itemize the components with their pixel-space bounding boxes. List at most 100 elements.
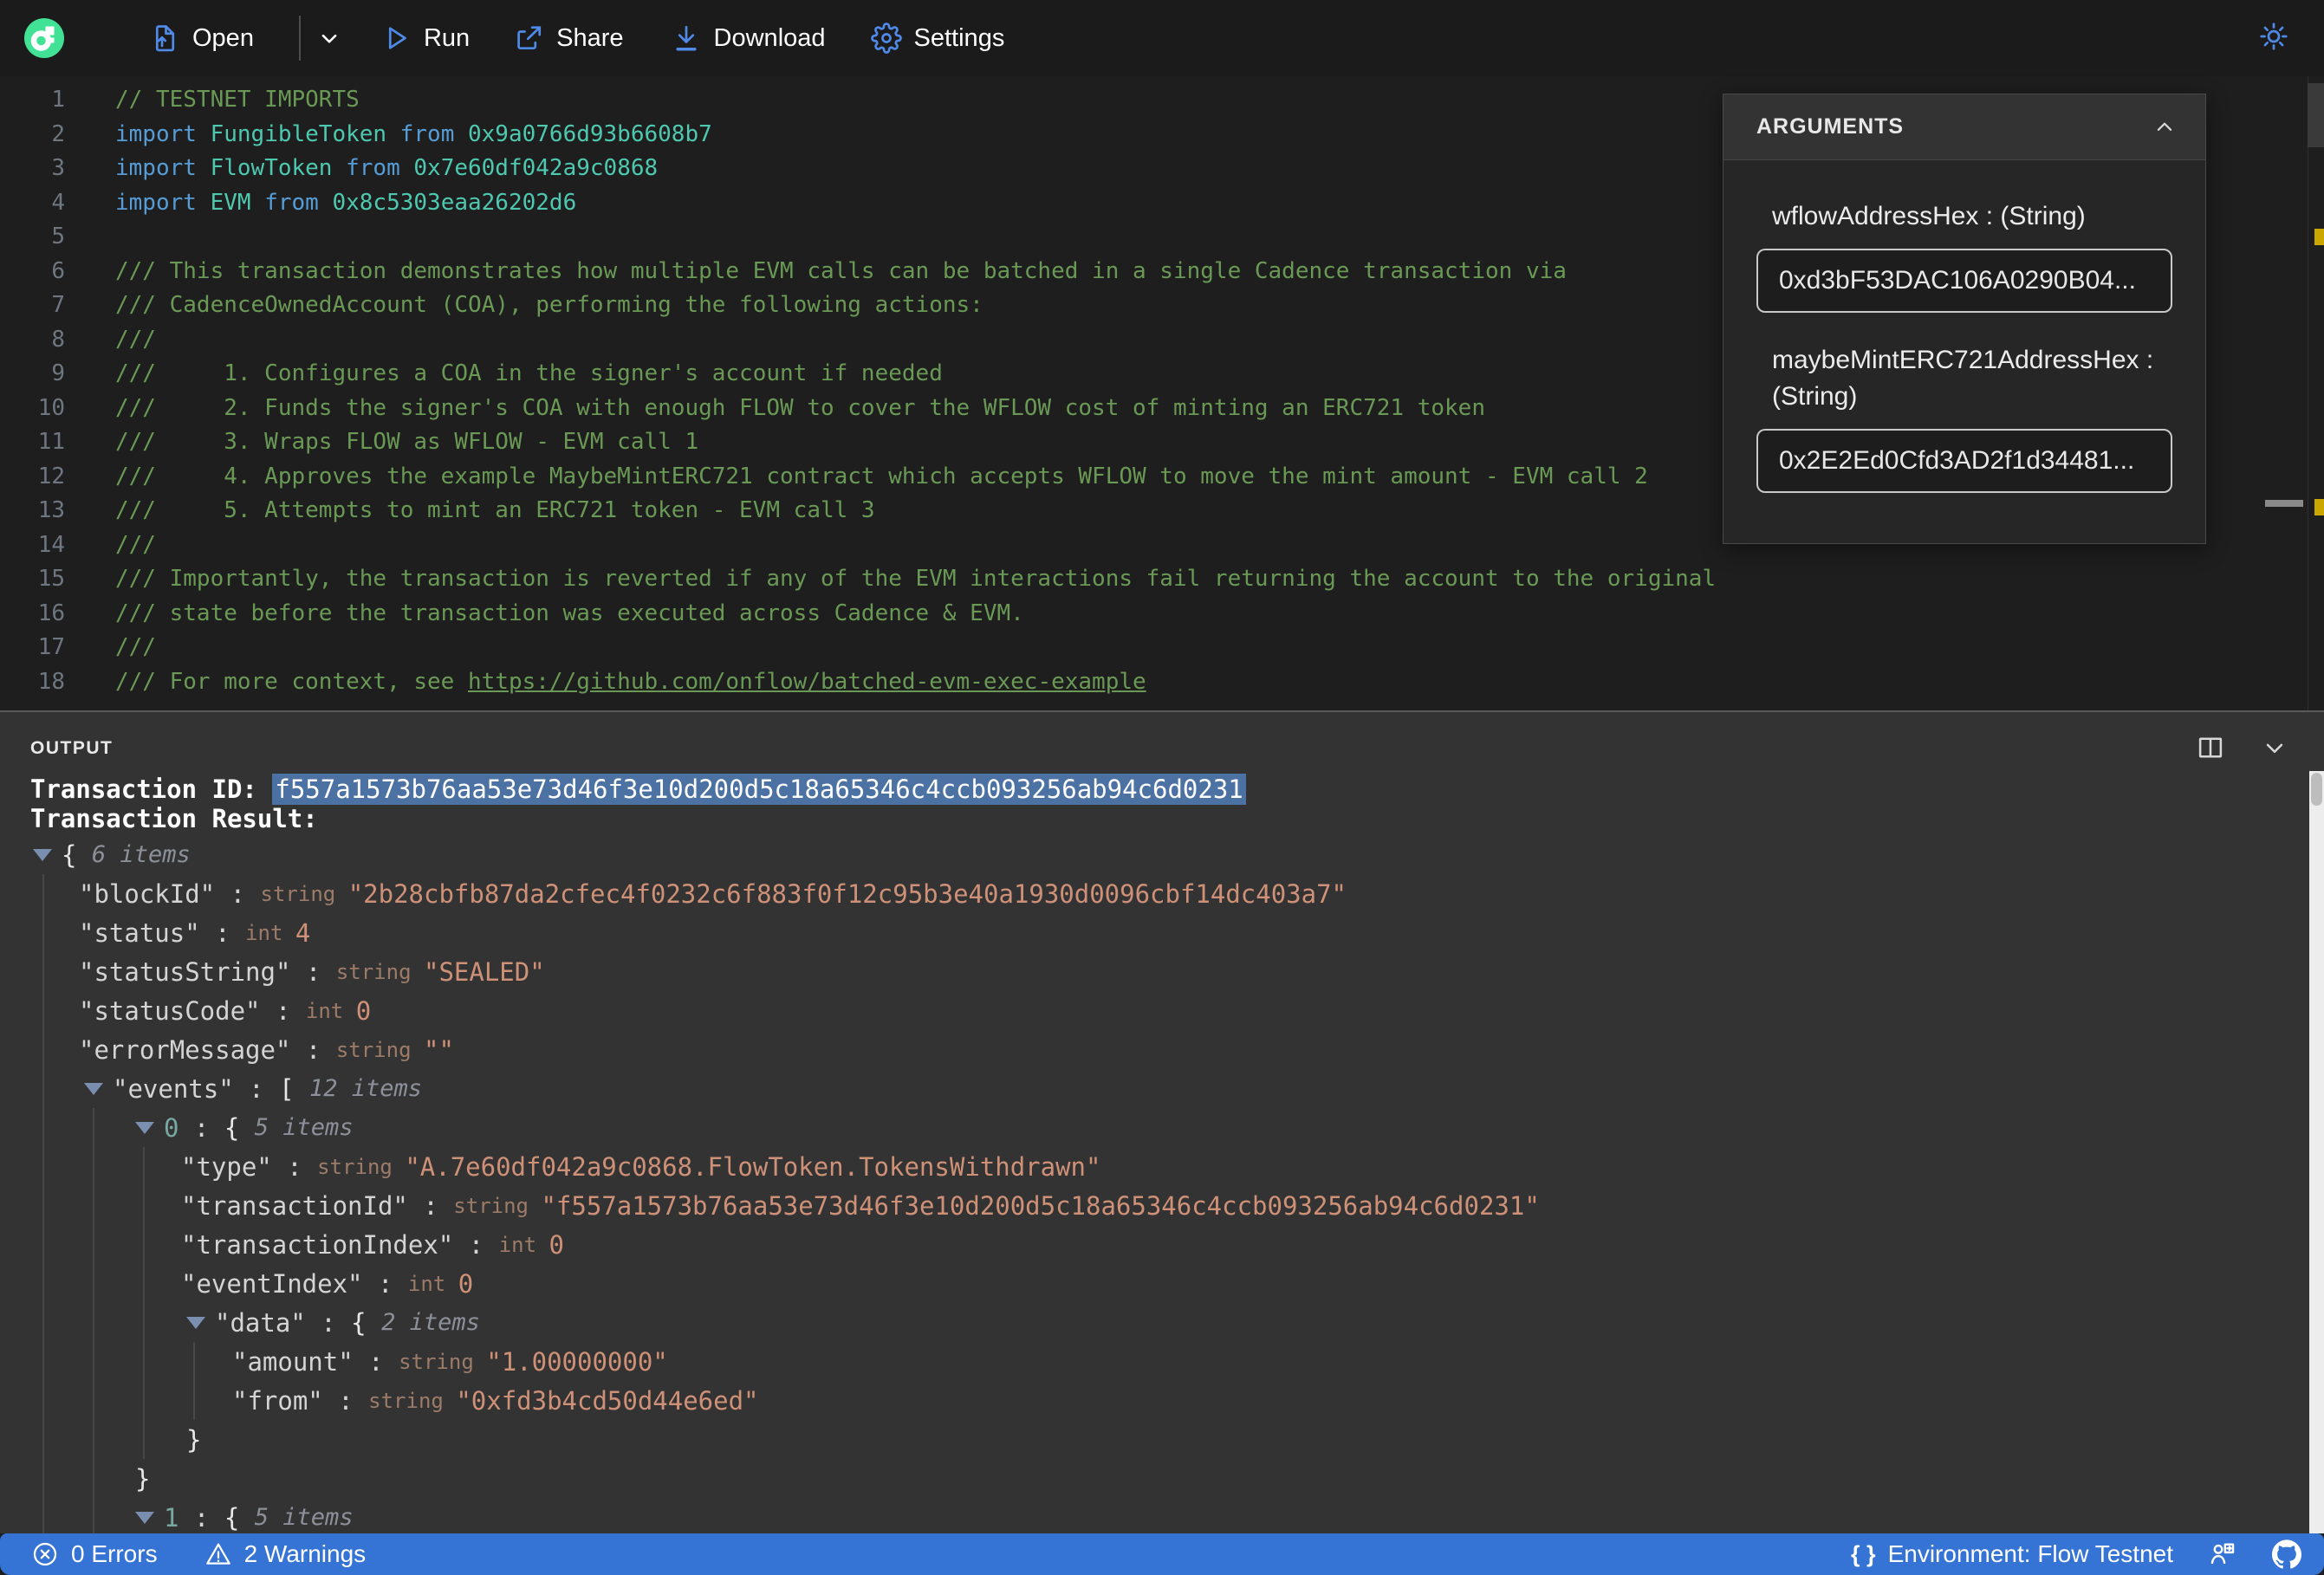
arguments-header[interactable]: ARGUMENTS xyxy=(1724,94,2205,160)
line-number: 17 xyxy=(37,634,65,660)
code-line[interactable]: 18 /// For more context, see https://gith… xyxy=(0,665,2324,700)
collapse-arrow-icon[interactable] xyxy=(33,848,52,861)
indent-guide xyxy=(93,1108,94,1147)
flow-logo-icon[interactable] xyxy=(24,18,64,58)
tree-row: "transactionIndex" : int 0 xyxy=(0,1225,2288,1264)
indent-guide xyxy=(143,1264,145,1303)
indent-guide xyxy=(93,1147,94,1186)
code-text: /// Importantly, the transaction is reve… xyxy=(115,566,1717,592)
indent-guide xyxy=(93,1264,94,1303)
code-text: /// 1. Configures a COA in the signer's … xyxy=(115,360,943,386)
output-scrollbar[interactable] xyxy=(2309,771,2324,1533)
line-number: 6 xyxy=(51,257,65,284)
braces-icon: { } xyxy=(1851,1540,1876,1567)
line-number: 3 xyxy=(51,155,65,181)
indent-guide xyxy=(42,1342,44,1381)
line-number: 14 xyxy=(37,531,65,558)
top-toolbar: Open Run Share Download Settings xyxy=(0,0,2324,76)
line-number: 13 xyxy=(37,497,65,523)
run-play-icon xyxy=(388,27,406,49)
transaction-id-value[interactable]: f557a1573b76aa53e73d46f3e10d200d5c18a653… xyxy=(272,774,1246,805)
open-file-icon xyxy=(155,25,175,52)
code-text: import EVM from 0x8c5303eaa26202d6 xyxy=(115,189,577,216)
indent-guide xyxy=(42,1069,44,1108)
code-line[interactable]: 15 /// Importantly, the transaction is re… xyxy=(0,562,2324,597)
tree-row: "data" : { 2 items xyxy=(0,1303,2288,1342)
tree-row: 0 : { 5 items xyxy=(0,1108,2288,1147)
indent-guide xyxy=(143,1147,145,1186)
output-panel: OUTPUT Transaction ID: f557a1573b76aa53e… xyxy=(0,710,2324,1533)
run-label: Run xyxy=(423,23,471,52)
code-text: // TESTNET IMPORTS xyxy=(115,87,360,113)
indent-guide xyxy=(42,991,44,1030)
indent-guide xyxy=(42,1186,44,1225)
theme-toggle-button[interactable] xyxy=(2258,21,2289,56)
line-number: 9 xyxy=(51,360,65,386)
warnings-count: 2 Warnings xyxy=(243,1540,367,1567)
indent-guide xyxy=(42,1108,44,1147)
output-scrollbar-thumb[interactable] xyxy=(2311,773,2322,806)
argument-label: maybeMintERC721AddressHex : (String) xyxy=(1772,346,2154,411)
github-icon[interactable] xyxy=(2272,1539,2301,1569)
maybemint-address-input[interactable] xyxy=(1756,429,2172,493)
indent-guide xyxy=(93,1225,94,1264)
tree-row: } xyxy=(0,1420,2288,1459)
settings-gear-icon xyxy=(870,23,902,54)
code-text: /// 3. Wraps FLOW as WFLOW - EVM call 1 xyxy=(115,429,699,455)
tree-row: "events" : [ 12 items xyxy=(0,1069,2288,1108)
code-line[interactable]: 16 /// state before the transaction was e… xyxy=(0,597,2324,632)
environment-status[interactable]: { } Environment: Flow Testnet xyxy=(1851,1540,2173,1568)
status-bar: 0 Errors 2 Warnings { } Environment: Flo… xyxy=(0,1533,2324,1575)
environment-label: Environment: Flow Testnet xyxy=(1887,1540,2173,1567)
code-text: /// xyxy=(115,326,156,353)
indent-guide xyxy=(93,1342,94,1381)
tree-row: "type" : string "A.7e60df042a9c0868.Flow… xyxy=(0,1147,2288,1186)
tree-row: 1 : { 5 items xyxy=(0,1498,2288,1533)
feedback-person-icon[interactable] xyxy=(2208,1539,2237,1569)
indent-guide xyxy=(143,1225,145,1264)
warning-marker xyxy=(2314,499,2324,515)
error-icon xyxy=(33,1542,57,1566)
indent-guide xyxy=(93,1459,94,1498)
code-text: /// 2. Funds the signer's COA with enoug… xyxy=(115,394,1485,421)
run-button[interactable]: Run xyxy=(380,23,470,54)
chevron-down-icon xyxy=(321,34,337,43)
share-button[interactable]: Share xyxy=(513,23,624,54)
code-text: /// This transaction demonstrates how mu… xyxy=(115,257,1567,284)
warning-icon xyxy=(205,1543,230,1565)
split-editor-icon[interactable] xyxy=(2194,731,2227,764)
indent-guide xyxy=(93,1186,94,1225)
chevron-up-icon[interactable] xyxy=(2150,113,2179,142)
wflow-address-input[interactable] xyxy=(1756,249,2172,313)
indent-guide xyxy=(42,1303,44,1342)
collapse-arrow-icon[interactable] xyxy=(186,1316,205,1329)
editor-scrollbar[interactable] xyxy=(2308,76,2324,710)
warnings-status[interactable]: 2 Warnings xyxy=(204,1540,367,1568)
collapse-arrow-icon[interactable] xyxy=(135,1511,154,1524)
arguments-body: wflowAddressHex : (String) maybeMintERC7… xyxy=(1724,160,2205,543)
errors-status[interactable]: 0 Errors xyxy=(31,1540,158,1568)
line-number: 8 xyxy=(51,326,65,353)
download-button[interactable]: Download xyxy=(671,23,826,54)
indent-guide xyxy=(93,1420,94,1459)
code-line[interactable]: 17 /// xyxy=(0,631,2324,665)
arguments-title: ARGUMENTS xyxy=(1756,114,1905,139)
open-button[interactable]: Open xyxy=(149,23,254,54)
line-number: 2 xyxy=(51,120,65,147)
transaction-id-line: Transaction ID: f557a1573b76aa53e73d46f3… xyxy=(30,774,1246,805)
indent-guide xyxy=(193,1381,195,1420)
settings-button[interactable]: Settings xyxy=(870,23,1004,54)
sun-icon xyxy=(2260,22,2288,50)
collapse-arrow-icon[interactable] xyxy=(135,1121,154,1134)
indent-guide xyxy=(42,1030,44,1069)
indent-guide xyxy=(42,952,44,991)
collapse-output-chevron-icon[interactable] xyxy=(2258,731,2291,764)
toolbar-divider xyxy=(298,16,301,61)
output-title: OUTPUT xyxy=(30,738,114,758)
editor-scrollbar-thumb[interactable] xyxy=(2308,83,2324,147)
open-dropdown-button[interactable] xyxy=(315,23,344,53)
collapse-arrow-icon[interactable] xyxy=(84,1082,103,1095)
arguments-panel: ARGUMENTS wflowAddressHex : (String) may… xyxy=(1723,94,2206,544)
code-text: /// 4. Approves the example MaybeMintERC… xyxy=(115,463,1648,489)
indent-guide xyxy=(93,1303,94,1342)
